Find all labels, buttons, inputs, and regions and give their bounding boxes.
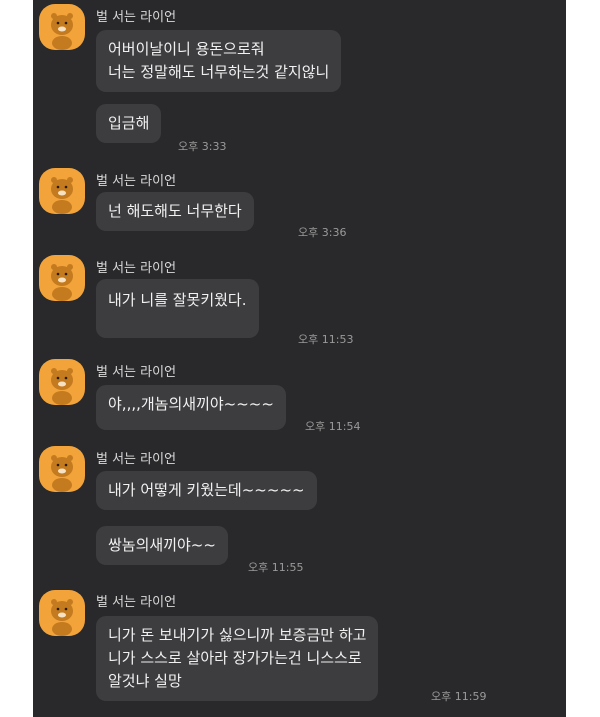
message-timestamp: 오후 11:59 — [431, 690, 487, 703]
message-line: 내가 어떻게 키웠는데~~~~~ — [108, 481, 305, 499]
message-line: 니가 돈 보내기가 싫으니까 보증금만 하고 — [108, 626, 367, 644]
message-line: 너는 정말해도 너무하는것 같지않니 — [108, 63, 330, 81]
message-bubble[interactable]: 야,,,,개놈의새끼야~~~~ — [96, 385, 286, 430]
message-line: 어버이날이니 용돈으로줘 — [108, 40, 265, 58]
sender-name: 벌 서는 라이언 — [96, 595, 177, 610]
message-timestamp: 오후 3:33 — [178, 140, 227, 153]
message-timestamp: 오후 11:55 — [248, 561, 304, 574]
ryan-avatar-icon[interactable] — [39, 446, 85, 492]
message-bubble[interactable]: 니가 돈 보내기가 싫으니까 보증금만 하고 니가 스스로 살아라 장가가는건 … — [96, 616, 379, 701]
message-line: 입금해 — [108, 114, 150, 132]
message-timestamp: 오후 11:54 — [305, 420, 361, 433]
message-line: 알것냐 실망 — [108, 672, 182, 690]
message-line: 넌 해도해도 너무한다 — [108, 202, 242, 220]
sender-name: 벌 서는 라이언 — [96, 452, 177, 467]
chat-screen: 벌 서는 라이언 어버이날이니 용돈으로줘 너는 정말해도 너무하는것 같지않니… — [33, 0, 566, 717]
ryan-avatar-icon[interactable] — [39, 590, 85, 636]
message-timestamp: 오후 11:53 — [298, 333, 354, 346]
ryan-avatar-icon[interactable] — [39, 255, 85, 301]
message-bubble[interactable]: 입금해 — [96, 104, 162, 143]
message-timestamp: 오후 3:36 — [298, 226, 347, 239]
message-bubble[interactable]: 내가 어떻게 키웠는데~~~~~ — [96, 471, 317, 510]
message-bubble[interactable]: 어버이날이니 용돈으로줘 너는 정말해도 너무하는것 같지않니 — [96, 30, 342, 92]
ryan-avatar-icon[interactable] — [39, 359, 85, 405]
sender-name: 벌 서는 라이언 — [96, 10, 177, 25]
ryan-avatar-icon[interactable] — [39, 4, 85, 50]
sender-name: 벌 서는 라이언 — [96, 261, 177, 276]
message-bubble[interactable]: 내가 니를 잘못키웠다. — [96, 279, 259, 338]
sender-name: 벌 서는 라이언 — [96, 174, 177, 189]
message-bubble[interactable]: 넌 해도해도 너무한다 — [96, 192, 254, 231]
sender-name: 벌 서는 라이언 — [96, 365, 177, 380]
message-line: 쌍놈의새끼야~~ — [108, 536, 216, 554]
message-bubble[interactable]: 쌍놈의새끼야~~ — [96, 526, 228, 565]
message-line: 니가 스스로 살아라 장가가는건 니스스로 — [108, 649, 362, 667]
message-line: 야,,,,개놈의새끼야~~~~ — [108, 395, 274, 413]
message-line: 내가 니를 잘못키웠다. — [108, 291, 247, 309]
ryan-avatar-icon[interactable] — [39, 168, 85, 214]
